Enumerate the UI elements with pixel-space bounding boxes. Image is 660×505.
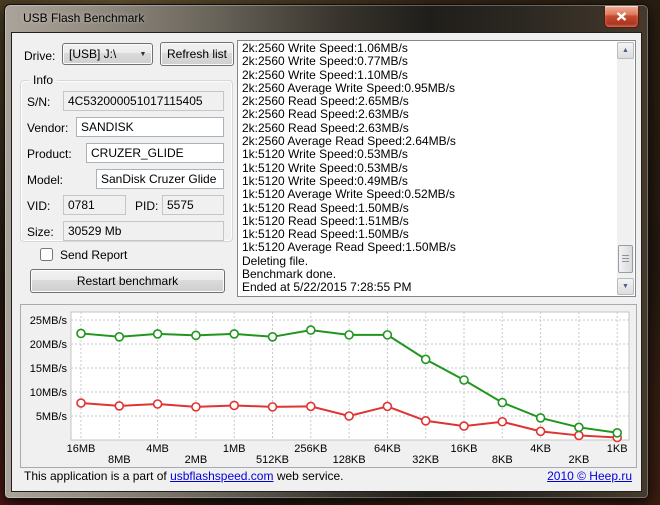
svg-text:1MB: 1MB (223, 443, 246, 455)
send-report-label: Send Report (60, 248, 128, 262)
sn-field (63, 91, 224, 111)
vid-label: VID: (27, 199, 51, 213)
client-area: Drive: [USB] J:\ ▼ Refresh list Info S/N… (11, 32, 642, 492)
size-field (63, 221, 224, 241)
svg-text:2KB: 2KB (569, 454, 590, 466)
svg-text:2MB: 2MB (185, 454, 208, 466)
vendor-field[interactable] (76, 117, 224, 137)
svg-text:16MB: 16MB (67, 443, 96, 455)
model-field[interactable] (96, 169, 224, 189)
svg-text:10MB/s: 10MB/s (30, 387, 68, 399)
product-field[interactable] (86, 143, 224, 163)
footer-prefix: This application is a part of (24, 469, 171, 483)
vid-field (63, 195, 126, 215)
svg-text:8KB: 8KB (492, 454, 513, 466)
svg-text:4MB: 4MB (146, 443, 169, 455)
chart-panel: 25MB/s 20MB/s 15MB/s 10MB/s 5MB/s 16MB 8MB 4MB 2… (20, 304, 637, 468)
footer-suffix: web service. (273, 469, 344, 483)
usbflashspeed-link[interactable]: usbflashspeed.com (170, 469, 273, 483)
scroll-thumb[interactable] (618, 245, 633, 273)
svg-text:15MB/s: 15MB/s (30, 363, 68, 375)
sn-label: S/N: (27, 95, 51, 109)
window-title: USB Flash Benchmark (23, 11, 145, 25)
scroll-up-button[interactable]: ▲ (617, 42, 634, 59)
size-label: Size: (27, 225, 54, 239)
restart-benchmark-button[interactable]: Restart benchmark (30, 269, 225, 293)
product-label: Product: (27, 147, 72, 161)
info-group: Info S/N: Vendor: Product: Model: VID: P… (20, 73, 233, 242)
svg-text:5MB/s: 5MB/s (36, 411, 68, 423)
scroll-down-icon: ▼ (622, 283, 629, 290)
drive-select-value: [USB] J:\ (69, 47, 117, 61)
svg-text:64KB: 64KB (374, 443, 401, 455)
pid-label: PID: (135, 199, 159, 213)
svg-text:256KB: 256KB (294, 443, 327, 455)
svg-text:20MB/s: 20MB/s (30, 339, 68, 351)
svg-text:512KB: 512KB (256, 454, 289, 466)
refresh-list-button[interactable]: Refresh list (160, 42, 234, 66)
svg-text:4KB: 4KB (530, 443, 551, 455)
svg-text:16KB: 16KB (451, 443, 478, 455)
close-icon (616, 12, 627, 21)
svg-text:8MB: 8MB (108, 454, 131, 466)
log-scrollbar[interactable]: ▲ ▼ (617, 42, 634, 295)
chevron-down-icon: ▼ (139, 50, 147, 58)
svg-text:32KB: 32KB (412, 454, 439, 466)
app-window: USB Flash Benchmark Drive: [USB] J:\ ▼ R… (4, 4, 649, 499)
footer-text: This application is a part of usbflashsp… (24, 469, 344, 483)
log-lines: 2k:2560 Write Speed:1.06MB/s 2k:2560 Wri… (242, 42, 456, 295)
svg-text:25MB/s: 25MB/s (30, 315, 68, 327)
model-label: Model: (27, 173, 64, 187)
drive-select[interactable]: [USB] J:\ ▼ (62, 43, 153, 65)
scroll-up-icon: ▲ (622, 47, 629, 54)
benchmark-log[interactable]: 2k:2560 Write Speed:1.06MB/s 2k:2560 Wri… (237, 40, 636, 297)
pid-field (162, 195, 224, 215)
svg-text:1KB: 1KB (607, 443, 628, 455)
scroll-down-button[interactable]: ▼ (617, 278, 634, 295)
drive-label: Drive: (24, 49, 56, 63)
close-button[interactable] (604, 6, 639, 28)
title-bar[interactable]: USB Flash Benchmark (5, 5, 648, 32)
benchmark-chart: 25MB/s 20MB/s 15MB/s 10MB/s 5MB/s 16MB 8MB 4MB 2… (30, 311, 630, 466)
copyright-link[interactable]: 2010 © Heep.ru (547, 469, 632, 483)
svg-text:128KB: 128KB (333, 454, 366, 466)
info-group-legend: Info (29, 73, 58, 87)
vendor-label: Vendor: (27, 121, 69, 135)
send-report-checkbox[interactable] (40, 248, 53, 261)
